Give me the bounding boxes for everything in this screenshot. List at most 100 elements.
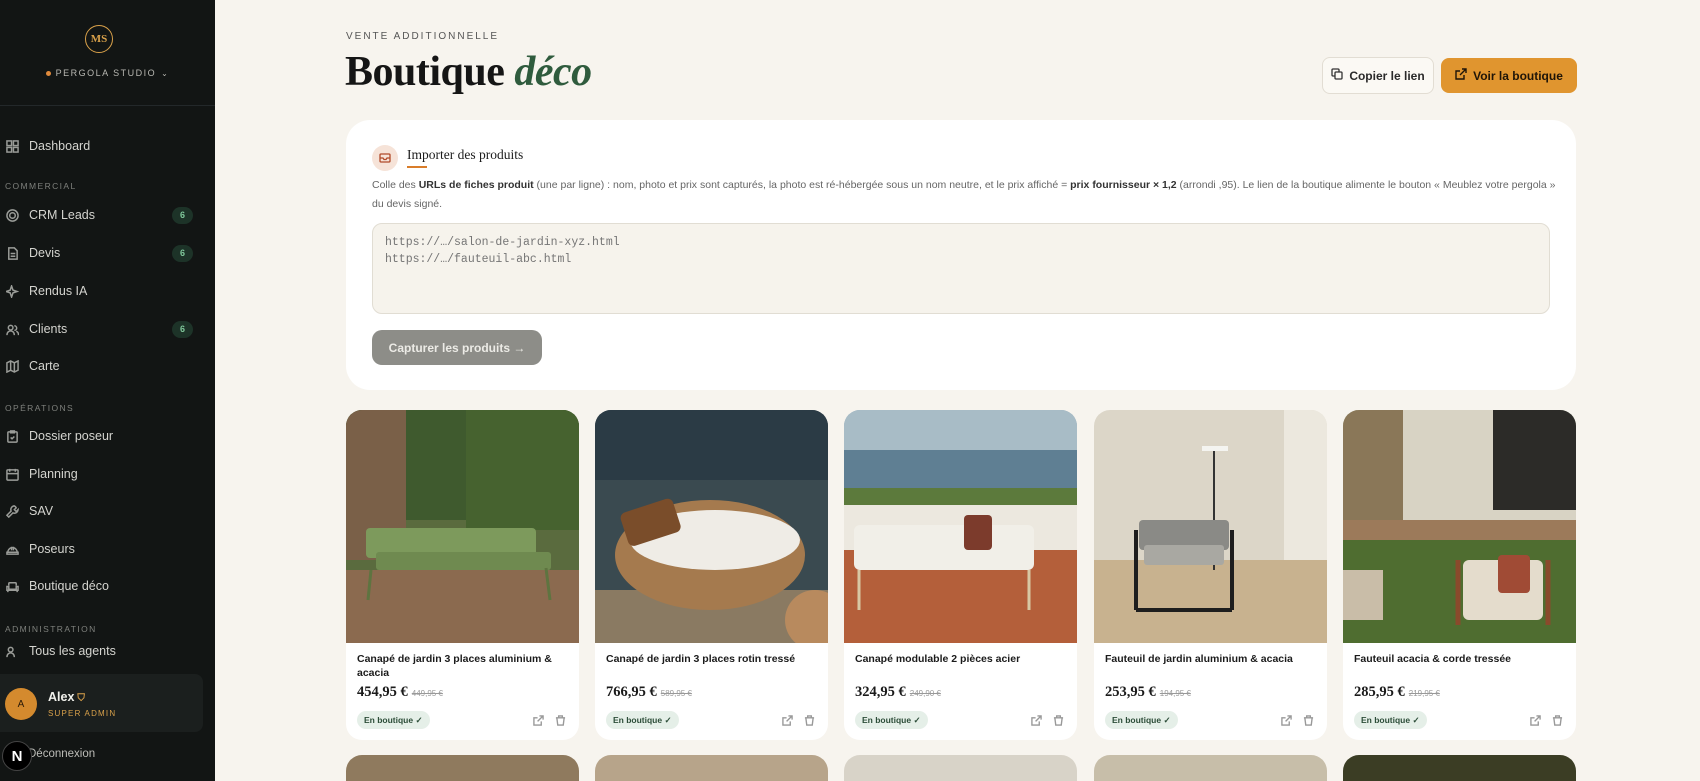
sidebar-item-label: Poseurs [29,542,75,556]
sidebar-item-label: SAV [29,504,54,518]
external-link-icon[interactable] [1529,714,1541,726]
trash-icon[interactable] [1302,714,1314,726]
trash-icon[interactable] [1052,714,1064,726]
sidebar-item-planning[interactable]: Planning [0,459,200,489]
product-card[interactable]: Canapé de jardin 3 places aluminium & ac… [346,410,579,740]
target-icon [5,208,19,222]
hardhat-icon [5,542,19,556]
product-old-price: 449,95 € [411,689,443,698]
external-link-icon[interactable] [1030,714,1042,726]
product-price: 324,95 €249,90 € [855,684,941,700]
sidebar-item-poseurs[interactable]: Poseurs [0,534,200,564]
sidebar-item-dossier-poseur[interactable]: Dossier poseur [0,421,200,451]
sidebar-item-crm-leads[interactable]: CRM Leads 6 [0,200,200,230]
product-card[interactable]: Canapé de jardin 3 places rotin tressé 7… [595,410,828,740]
sidebar-item-boutique-deco[interactable]: Boutique déco [0,571,200,601]
sidebar-item-label: Planning [29,467,78,481]
copy-link-button[interactable]: Copier le lien [1322,57,1434,94]
wrench-icon [5,504,19,518]
sidebar-item-label: Rendus IA [29,284,88,298]
sidebar-item-label: Clients [29,322,68,336]
product-old-price: 249,90 € [909,689,941,698]
product-name: Canapé de jardin 3 places rotin tressé [606,653,796,665]
product-price: 766,95 €589,95 € [606,684,692,700]
in-shop-badge[interactable]: En boutique ✓ [357,711,430,729]
product-name: Canapé de jardin 3 places aluminium & ac… [357,653,552,679]
in-shop-badge[interactable]: En boutique ✓ [1354,711,1427,729]
product-old-price: 219,95 € [1408,689,1440,698]
sidebar-item-label: Dashboard [29,139,91,153]
count-badge: 6 [172,320,193,338]
product-card-partial [1094,755,1327,781]
document-icon [5,246,19,260]
in-shop-badge[interactable]: En boutique ✓ [1105,711,1178,729]
view-shop-button[interactable]: Voir la boutique [1441,58,1577,93]
sidebar-item-label: Carte [29,359,60,373]
product-name: Canapé modulable 2 pièces acier [855,653,1021,665]
page-kicker: VENTE ADDITIONNELLE [346,31,500,42]
copy-icon [1331,68,1343,83]
sidebar-item-clients[interactable]: Clients 6 [0,314,200,344]
product-name: Fauteuil de jardin aluminium & acacia [1105,653,1293,665]
section-label-administration: ADMINISTRATION [5,624,97,634]
users-cog-icon [5,644,19,658]
shield-icon: ⛉ [77,693,85,704]
product-image [1094,410,1327,643]
external-link-icon[interactable] [1280,714,1292,726]
product-price: 285,95 €219,95 € [1354,684,1440,700]
map-icon [5,359,19,373]
sidebar-item-label: CRM Leads [29,208,95,222]
dashboard-icon [5,139,19,153]
import-description: Colle des URLs de fiches produit (une pa… [372,179,1556,210]
external-link-icon[interactable] [532,714,544,726]
sidebar-item-dashboard[interactable]: Dashboard [0,131,200,161]
page-title: Boutique déco [345,49,592,95]
in-shop-badge[interactable]: En boutique ✓ [855,711,928,729]
urls-textarea[interactable] [372,223,1550,314]
status-dot [45,71,51,77]
product-old-price: 589,95 € [660,689,692,698]
trash-icon[interactable] [554,714,566,726]
product-card[interactable]: Fauteuil acacia & corde tressée 285,95 €… [1343,410,1576,740]
inbox-icon [372,145,398,171]
next-dev-badge[interactable]: N [2,741,32,771]
sidebar-item-rendus-ia[interactable]: Rendus IA [0,276,200,306]
section-label-commercial: COMMERCIAL [5,181,77,191]
user-role: SUPER ADMIN [48,709,117,718]
chevron-down-icon: ⌄ [161,69,170,78]
studio-logo: MS [85,25,113,53]
sidebar-item-devis[interactable]: Devis 6 [0,238,200,268]
trash-icon[interactable] [1551,714,1563,726]
sidebar: MS PERGOLA STUDIO ⌄ Dashboard COMMERCIAL … [0,0,215,781]
capture-products-button[interactable]: Capturer les produits → [372,330,542,365]
sidebar-item-tous-les-agents[interactable]: Tous les agents [0,641,200,661]
user-profile-card[interactable]: A Alex ⛉ SUPER ADMIN [0,674,203,732]
sidebar-item-label: Dossier poseur [29,429,114,443]
product-card[interactable]: Fauteuil de jardin aluminium & acacia 25… [1094,410,1327,740]
external-link-icon[interactable] [781,714,793,726]
studio-switcher[interactable]: PERGOLA STUDIO ⌄ [0,68,215,78]
product-name: Fauteuil acacia & corde tressée [1354,653,1511,665]
count-badge: 6 [172,206,193,224]
sidebar-item-label: Devis [29,246,61,260]
avatar: A [5,688,37,720]
product-price: 253,95 €194,95 € [1105,684,1191,700]
logout-link[interactable]: Déconnexion [28,748,95,760]
sidebar-item-carte[interactable]: Carte [0,351,200,381]
external-link-icon [1455,68,1467,83]
trash-icon[interactable] [803,714,815,726]
product-image [595,410,828,643]
sidebar-item-sav[interactable]: SAV [0,496,200,526]
studio-name: PERGOLA STUDIO [55,68,157,78]
users-icon [5,322,19,336]
product-card[interactable]: Canapé modulable 2 pièces acier 324,95 €… [844,410,1077,740]
product-image [844,410,1077,643]
product-price: 454,95 €449,95 € [357,684,443,700]
sidebar-item-label: Boutique déco [29,579,109,593]
sidebar-item-label: Tous les agents [29,644,116,658]
product-card-partial [346,755,579,781]
sparkle-icon [5,284,19,298]
title-underline [407,166,427,168]
in-shop-badge[interactable]: En boutique ✓ [606,711,679,729]
product-card-partial [844,755,1077,781]
